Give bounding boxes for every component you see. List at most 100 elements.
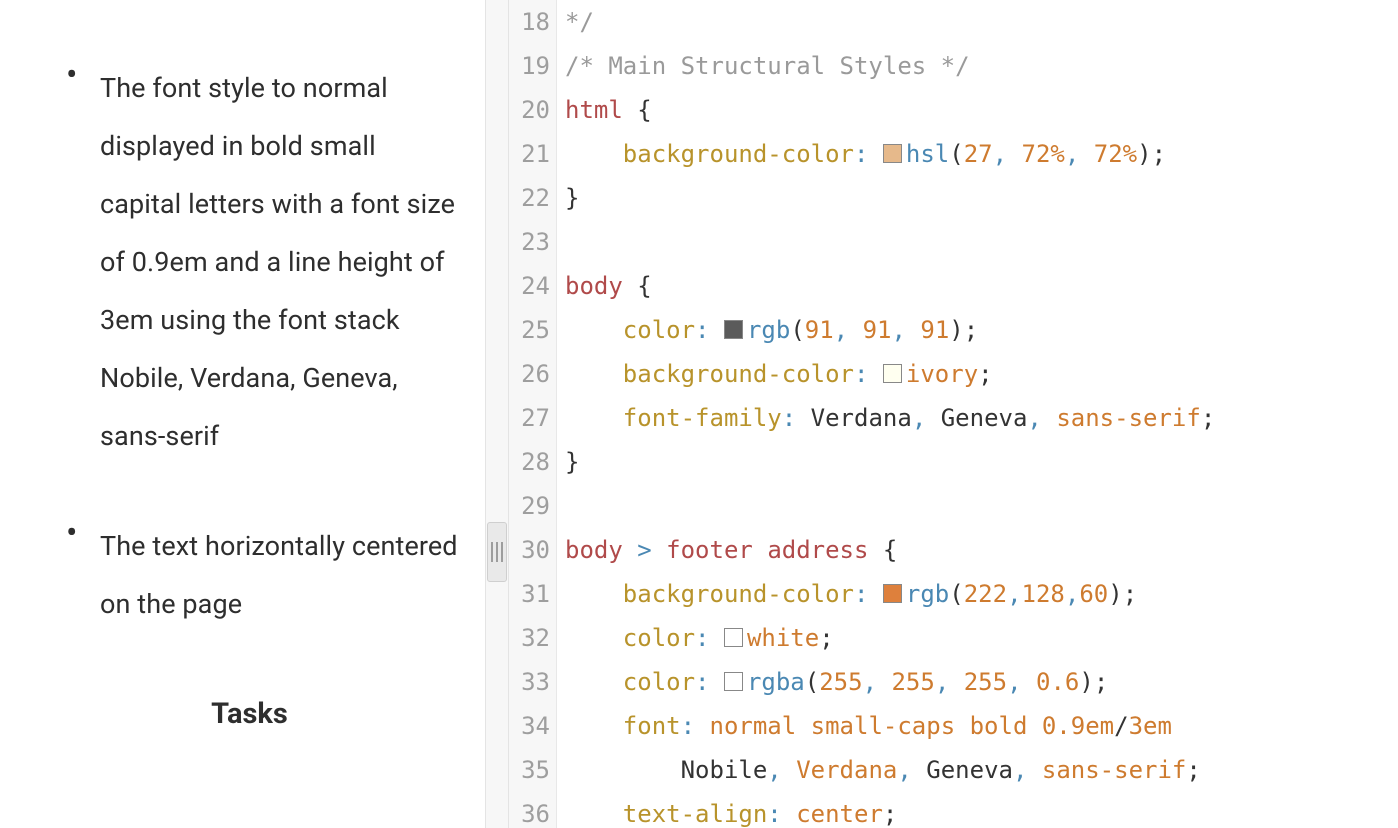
code-line[interactable]: background-color: hsl(27, 72%, 72%);: [565, 132, 1398, 176]
code-token: background-color: [623, 580, 854, 608]
code-token: [565, 668, 623, 696]
code-token: background-color: [623, 140, 854, 168]
code-token: [753, 536, 767, 564]
code-token: (: [805, 668, 819, 696]
code-token: [1027, 712, 1041, 740]
tasks-heading: Tasks: [40, 697, 459, 731]
code-token: :: [695, 624, 709, 652]
code-line[interactable]: background-color: ivory;: [565, 352, 1398, 396]
code-token: /* Main Structural Styles */: [565, 52, 970, 80]
code-token: [782, 756, 796, 784]
panel-splitter[interactable]: [485, 0, 509, 828]
code-token: [710, 668, 724, 696]
code-token: ,: [1007, 580, 1021, 608]
code-token: 222: [964, 580, 1007, 608]
code-token: [565, 580, 623, 608]
color-swatch-icon: [724, 628, 743, 647]
code-line[interactable]: font-family: Verdana, Geneva, sans-serif…: [565, 396, 1398, 440]
line-number: 34: [509, 704, 550, 748]
code-token: [955, 712, 969, 740]
code-token: Verdana: [811, 404, 912, 432]
code-token: 72%: [1094, 140, 1137, 168]
code-token: font-family: [623, 404, 782, 432]
code-line[interactable]: Nobile, Verdana, Geneva, sans-serif;: [565, 748, 1398, 792]
code-line[interactable]: background-color: rgb(222,128,60);: [565, 572, 1398, 616]
code-token: ;: [1123, 580, 1137, 608]
code-token: 27: [964, 140, 993, 168]
code-line[interactable]: color: white;: [565, 616, 1398, 660]
code-token: ,: [1065, 140, 1079, 168]
code-token: ivory: [906, 360, 978, 388]
code-token: [565, 756, 681, 784]
code-token: 0.6: [1036, 668, 1079, 696]
color-swatch-icon: [724, 672, 743, 691]
color-swatch-icon: [883, 364, 902, 383]
code-token: small-caps: [811, 712, 956, 740]
code-token: [565, 800, 623, 828]
code-token: [1027, 756, 1041, 784]
code-token: ): [1108, 580, 1122, 608]
code-token: center: [796, 800, 883, 828]
code-token: [877, 668, 891, 696]
line-number: 30: [509, 528, 550, 572]
code-token: (: [790, 316, 804, 344]
color-swatch-icon: [724, 320, 743, 339]
code-token: :: [782, 404, 796, 432]
code-token: 91: [805, 316, 834, 344]
code-content[interactable]: */ /* Main Structural Styles */ html { bac…: [557, 0, 1398, 828]
code-line[interactable]: }: [565, 440, 1398, 484]
line-number: 31: [509, 572, 550, 616]
code-token: 91: [920, 316, 949, 344]
code-token: {: [637, 272, 651, 300]
line-number: 32: [509, 616, 550, 660]
line-number: 35: [509, 748, 550, 792]
code-token: [949, 668, 963, 696]
code-token: rgb: [906, 580, 949, 608]
code-token: [565, 624, 623, 652]
line-number: 22: [509, 176, 550, 220]
code-line[interactable]: body {: [565, 264, 1398, 308]
code-token: /: [1114, 712, 1128, 740]
code-token: [926, 404, 940, 432]
code-editor[interactable]: 18192021222324252627282930313233343536 *…: [509, 0, 1398, 828]
code-token: }: [565, 448, 579, 476]
line-number: 29: [509, 484, 550, 528]
code-token: 0.9em: [1042, 712, 1114, 740]
line-number: 21: [509, 132, 550, 176]
code-line[interactable]: text-align: center;: [565, 792, 1398, 828]
code-token: [868, 360, 882, 388]
code-token: ,: [993, 140, 1007, 168]
code-token: sans-serif: [1056, 404, 1201, 432]
line-number: 19: [509, 44, 550, 88]
code-token: {: [637, 96, 651, 124]
code-token: html: [565, 96, 623, 124]
code-token: [782, 800, 796, 828]
code-line[interactable]: [565, 484, 1398, 528]
code-token: :: [854, 360, 868, 388]
code-line[interactable]: */: [565, 0, 1398, 44]
code-token: [565, 140, 623, 168]
code-line[interactable]: font: normal small-caps bold 0.9em/3em: [565, 704, 1398, 748]
code-token: Geneva: [941, 404, 1028, 432]
code-line[interactable]: }: [565, 176, 1398, 220]
code-line[interactable]: /* Main Structural Styles */: [565, 44, 1398, 88]
code-line[interactable]: [565, 220, 1398, 264]
line-number-gutter: 18192021222324252627282930313233343536: [509, 0, 557, 828]
splitter-handle[interactable]: [487, 522, 507, 582]
code-line[interactable]: color: rgb(91, 91, 91);: [565, 308, 1398, 352]
line-number: 33: [509, 660, 550, 704]
code-token: 128: [1022, 580, 1065, 608]
code-token: background-color: [623, 360, 854, 388]
code-token: ;: [1152, 140, 1166, 168]
code-token: 91: [863, 316, 892, 344]
code-token: ,: [912, 404, 926, 432]
code-line[interactable]: color: rgba(255, 255, 255, 0.6);: [565, 660, 1398, 704]
code-token: color: [623, 624, 695, 652]
code-token: [868, 580, 882, 608]
code-token: color: [623, 316, 695, 344]
code-token: ): [949, 316, 963, 344]
code-token: [868, 140, 882, 168]
code-line[interactable]: html {: [565, 88, 1398, 132]
code-line[interactable]: body > footer address {: [565, 528, 1398, 572]
list-item: The text horizontally centered on the pa…: [58, 517, 459, 633]
